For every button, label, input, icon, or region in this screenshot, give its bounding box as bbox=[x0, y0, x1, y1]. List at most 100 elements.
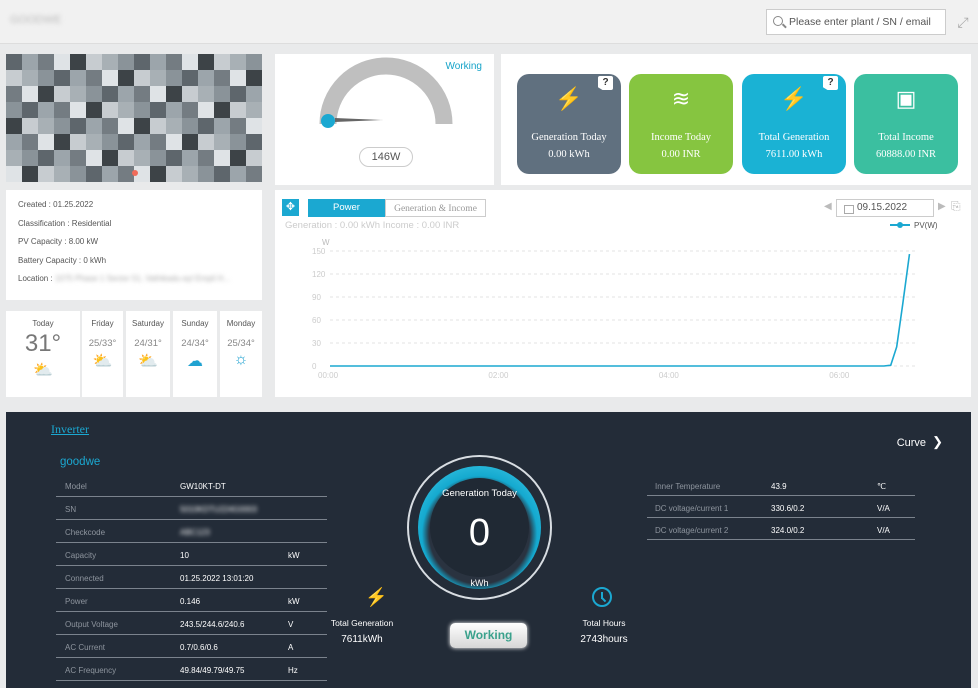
x-tick-label: 02:00 bbox=[488, 371, 509, 380]
photo-pixel bbox=[54, 134, 70, 150]
photo-pixel bbox=[6, 54, 22, 70]
photo-pixel bbox=[86, 134, 102, 150]
photo-pixel bbox=[198, 102, 214, 118]
photo-pixel bbox=[38, 70, 54, 86]
photo-pixel bbox=[54, 118, 70, 134]
inverter-details-table: Model GW10KT-DT SN 5010KDTU224G0003 Checkcod… bbox=[56, 474, 327, 681]
tile-label: Income Today bbox=[650, 132, 711, 143]
photo-pixel bbox=[182, 102, 198, 118]
photo-pixel bbox=[70, 150, 86, 166]
money-icon: ▣ bbox=[895, 86, 917, 111]
weather-temp: 31° bbox=[24, 330, 62, 357]
photo-pixel bbox=[22, 134, 38, 150]
row-value: 0.7/0.6/0.6 bbox=[180, 643, 218, 652]
legend-label: PV(W) bbox=[914, 221, 938, 230]
fullscreen-icon[interactable]: ⤢ bbox=[955, 14, 971, 30]
row-value: 01.25.2022 13:01:20 bbox=[180, 574, 254, 583]
photo-pixel bbox=[38, 54, 54, 70]
row-unit: ℃ bbox=[877, 482, 886, 491]
gauge-value: 146W bbox=[359, 147, 413, 167]
photo-pixel bbox=[54, 54, 70, 70]
row-label: AC Frequency bbox=[65, 666, 117, 675]
pv-capacity: PV Capacity : 8.00 kW bbox=[18, 237, 99, 246]
photo-pixel bbox=[6, 134, 22, 150]
photo-pixel bbox=[134, 86, 150, 102]
row-value: 49.84/49.79/49.75 bbox=[180, 666, 245, 675]
photo-pixel bbox=[102, 54, 118, 70]
location-value: 1075 Phase 1 Sector 51, Vathikadu-ayl Em… bbox=[54, 274, 230, 283]
photo-pixel bbox=[182, 86, 198, 102]
photo-pixel bbox=[246, 86, 262, 102]
sunny-icon: ☼ bbox=[233, 351, 249, 368]
y-tick-label: 0 bbox=[312, 362, 317, 371]
row-value: 5010KDTU224G0003 bbox=[180, 505, 257, 514]
photo-pixel bbox=[38, 86, 54, 102]
weather-monday: Monday 25/34° ☼ bbox=[220, 311, 262, 397]
photo-pixel bbox=[134, 150, 150, 166]
photo-pixel bbox=[22, 150, 38, 166]
power-gauge-card: Working 146W bbox=[275, 54, 494, 185]
photo-pixel bbox=[70, 70, 86, 86]
photo-pixel bbox=[22, 102, 38, 118]
help-icon[interactable]: ? bbox=[823, 76, 838, 90]
top-bar: GOODWE Please enter plant / SN / email ⤢ bbox=[0, 0, 978, 44]
gauge-needle bbox=[335, 118, 383, 122]
photo-pixel bbox=[38, 134, 54, 150]
photo-pixel bbox=[118, 70, 134, 86]
photo-pixel bbox=[102, 102, 118, 118]
photo-pixel bbox=[198, 134, 214, 150]
photo-pixel bbox=[230, 118, 246, 134]
inverter-link[interactable]: Inverter bbox=[51, 422, 89, 437]
photo-pixel bbox=[230, 86, 246, 102]
photo-pixel bbox=[134, 134, 150, 150]
photo-pixel bbox=[246, 70, 262, 86]
photo-pixel bbox=[38, 150, 54, 166]
weather-temp: 24/34° bbox=[181, 338, 209, 349]
photo-pixel bbox=[230, 166, 246, 182]
photo-pixel bbox=[214, 102, 230, 118]
table-row: Connected 01.25.2022 13:01:20 bbox=[56, 566, 327, 589]
total-hours-value: 2743hours bbox=[580, 634, 628, 645]
table-row: AC Frequency 49.84/49.79/49.75 Hz bbox=[56, 658, 327, 681]
partly-cloudy-icon: ⛅ bbox=[138, 353, 158, 370]
location-label: Location : bbox=[18, 274, 53, 283]
weather-day: Today bbox=[32, 319, 54, 328]
curve-link[interactable]: Curve ❯ bbox=[897, 434, 943, 450]
tile-value: 0.00 INR bbox=[661, 149, 701, 160]
tile-income-today: ≋ Income Today 0.00 INR bbox=[629, 74, 733, 174]
photo-pixel bbox=[102, 70, 118, 86]
row-value: 0.146 bbox=[180, 597, 201, 606]
photo-pixel bbox=[118, 150, 134, 166]
search-input[interactable]: Please enter plant / SN / email bbox=[766, 9, 946, 35]
y-tick-label: 60 bbox=[312, 316, 321, 325]
photo-pixel bbox=[86, 118, 102, 134]
working-status-button[interactable]: Working bbox=[450, 623, 527, 648]
row-label: DC voltage/current 1 bbox=[655, 504, 729, 513]
photo-pixel bbox=[54, 166, 70, 182]
x-tick-label: 06:00 bbox=[829, 371, 850, 380]
photo-pixel bbox=[166, 118, 182, 134]
row-unit: Hz bbox=[288, 666, 298, 675]
weather-day: Monday bbox=[226, 319, 256, 328]
photo-pixel bbox=[70, 134, 86, 150]
total-generation-value: 7611kWh bbox=[341, 634, 383, 645]
photo-pixel bbox=[86, 166, 102, 182]
y-tick-label: 150 bbox=[312, 247, 326, 256]
help-icon[interactable]: ? bbox=[598, 76, 613, 90]
photo-pixel bbox=[166, 102, 182, 118]
tile-total-generation: ? ⚡ Total Generation 7611.00 kWh bbox=[742, 74, 846, 174]
row-value: GW10KT-DT bbox=[180, 482, 226, 491]
partly-cloudy-icon: ⛅ bbox=[92, 353, 113, 370]
row-unit: kW bbox=[288, 597, 300, 606]
weather-day: Saturday bbox=[131, 319, 165, 328]
plant-photo bbox=[6, 54, 262, 182]
carousel-dot[interactable] bbox=[132, 170, 138, 176]
row-unit: V/A bbox=[877, 526, 890, 535]
table-row: Model GW10KT-DT bbox=[56, 474, 327, 497]
photo-pixel bbox=[118, 86, 134, 102]
photo-pixel bbox=[86, 86, 102, 102]
y-tick-label: 30 bbox=[312, 339, 321, 348]
x-tick-label: 04:00 bbox=[659, 371, 680, 380]
photo-pixel bbox=[198, 150, 214, 166]
weather-temp: 25/33° bbox=[88, 338, 117, 349]
